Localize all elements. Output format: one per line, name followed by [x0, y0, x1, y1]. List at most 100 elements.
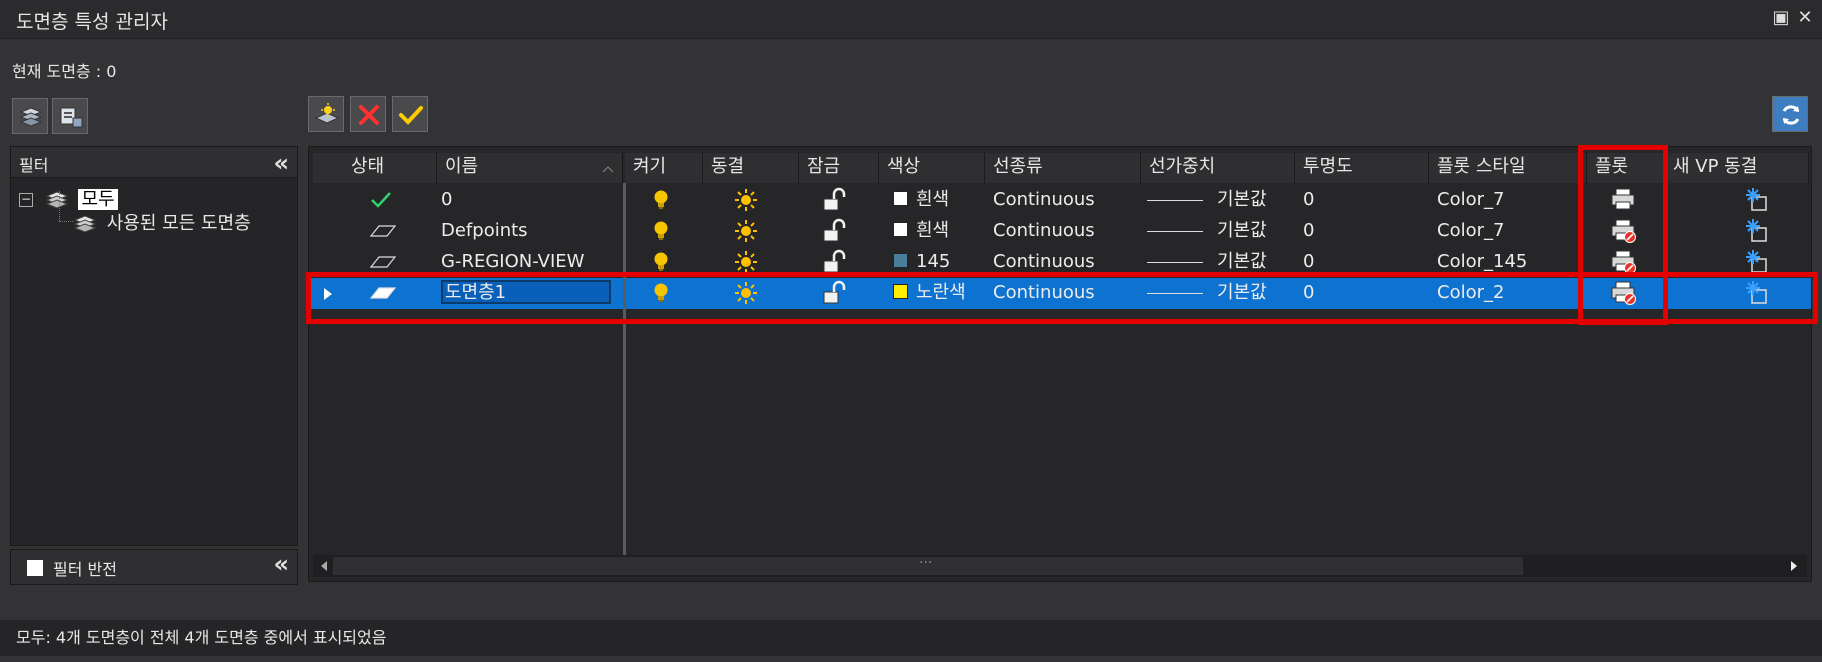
- layer-plot-style[interactable]: Color_2: [1437, 278, 1587, 309]
- layer-on-toggle[interactable]: [651, 278, 691, 309]
- layer-plot-toggle[interactable]: [1609, 247, 1649, 278]
- layer-status[interactable]: [369, 185, 409, 216]
- snowflake-viewport-icon: [1746, 188, 1767, 211]
- tree-node-all[interactable]: − 모두: [19, 185, 118, 211]
- layer-new-vp-freeze-toggle[interactable]: [1743, 185, 1783, 216]
- restore-icon[interactable]: ▣: [1772, 9, 1790, 27]
- lightbulb-icon: [654, 252, 668, 271]
- layer-freeze-toggle[interactable]: [733, 185, 773, 216]
- invert-filter-checkbox[interactable]: [27, 560, 43, 576]
- printer-icon: [1611, 188, 1635, 210]
- col-plot-style[interactable]: 플롯 스타일: [1429, 153, 1587, 183]
- layer-lock-toggle[interactable]: [821, 216, 861, 247]
- title-bar: 도면층 특성 관리자 ▣ ✕: [0, 0, 1822, 39]
- layer-transparency[interactable]: 0: [1303, 185, 1429, 216]
- layer-lineweight[interactable]: 기본값: [1147, 278, 1295, 309]
- layer-lock-toggle[interactable]: [821, 278, 861, 309]
- layer-name[interactable]: 0: [441, 185, 625, 216]
- scrollbar-thumb[interactable]: ···: [333, 555, 1523, 575]
- delete-layer-button[interactable]: [350, 96, 386, 132]
- layer-transparency[interactable]: 0: [1303, 278, 1429, 309]
- snowflake-viewport-icon: [1746, 219, 1767, 242]
- color-name: 흰색: [916, 189, 950, 210]
- table-row[interactable]: 0 흰색 Continuous 기본값 0 Color_7: [309, 185, 1811, 216]
- color-swatch: [893, 252, 908, 268]
- tree-collapse-icon[interactable]: −: [19, 193, 33, 207]
- layer-plot-toggle[interactable]: [1609, 278, 1649, 309]
- new-layer-icon: [314, 103, 340, 124]
- collapse-panel-icon[interactable]: «: [273, 550, 289, 578]
- col-linetype[interactable]: 선종류: [985, 153, 1141, 183]
- layer-color[interactable]: 흰색: [885, 216, 993, 247]
- layer-on-toggle[interactable]: [651, 247, 691, 278]
- layer-lock-toggle[interactable]: [821, 247, 861, 278]
- layer-new-vp-freeze-toggle[interactable]: [1743, 216, 1783, 247]
- tree-node-used-layers[interactable]: 사용된 모든 도면층: [73, 209, 251, 236]
- layer-linetype[interactable]: Continuous: [993, 185, 1141, 216]
- layer-name-edit-field[interactable]: 도면층1: [441, 280, 611, 304]
- layer-lineweight[interactable]: 기본값: [1147, 216, 1295, 247]
- layer-plot-toggle[interactable]: [1609, 185, 1649, 216]
- layer-plot-style[interactable]: Color_7: [1437, 216, 1587, 247]
- layer-linetype[interactable]: Continuous: [993, 216, 1141, 247]
- layer-freeze-toggle[interactable]: [733, 278, 773, 309]
- refresh-icon: [1782, 105, 1800, 125]
- color-name: 145: [916, 251, 951, 272]
- layer-plot-style[interactable]: Color_145: [1437, 247, 1587, 278]
- refresh-button[interactable]: [1772, 96, 1808, 132]
- layer-lineweight[interactable]: 기본값: [1147, 247, 1295, 278]
- layer-freeze-toggle[interactable]: [733, 216, 773, 247]
- layer-name[interactable]: Defpoints: [441, 216, 625, 247]
- col-lineweight[interactable]: 선가중치: [1141, 153, 1295, 183]
- table-row[interactable]: 도면층1 노란색 Continuous 기본값 0 Color_2: [309, 278, 1811, 309]
- new-group-filter-button[interactable]: [52, 98, 88, 134]
- layer-status[interactable]: [369, 216, 409, 247]
- layer-freeze-toggle[interactable]: [733, 247, 773, 278]
- collapse-panel-icon[interactable]: «: [273, 149, 289, 177]
- col-freeze[interactable]: 동결: [703, 153, 799, 183]
- col-new-vp-freeze[interactable]: 새 VP 동결: [1665, 153, 1809, 183]
- layer-lock-toggle[interactable]: [821, 185, 861, 216]
- layer-color[interactable]: 노란색: [885, 278, 993, 309]
- close-icon[interactable]: ✕: [1796, 9, 1814, 27]
- new-property-filter-button[interactable]: [12, 98, 48, 134]
- layer-lineweight[interactable]: 기본값: [1147, 185, 1295, 216]
- layer-on-toggle[interactable]: [651, 185, 691, 216]
- sort-ascending-icon: [602, 166, 614, 173]
- layer-status[interactable]: [369, 247, 409, 278]
- horizontal-scrollbar[interactable]: ···: [313, 555, 1807, 577]
- window-title: 도면층 특성 관리자: [16, 11, 168, 33]
- layer-plot-toggle[interactable]: [1609, 216, 1649, 247]
- layer-new-vp-freeze-toggle[interactable]: [1743, 247, 1783, 278]
- row-selector-icon: [324, 288, 332, 300]
- scroll-right-icon[interactable]: [1789, 560, 1799, 572]
- layer-status-icon: [369, 287, 397, 299]
- scroll-left-icon[interactable]: [319, 560, 329, 572]
- col-transparency[interactable]: 투명도: [1295, 153, 1429, 183]
- layer-linetype[interactable]: Continuous: [993, 247, 1141, 278]
- new-layer-button[interactable]: [308, 96, 344, 132]
- col-lock[interactable]: 잠금: [799, 153, 879, 183]
- tree-connector: [59, 221, 73, 223]
- layers-icon: [45, 191, 69, 209]
- layer-on-toggle[interactable]: [651, 216, 691, 247]
- col-color[interactable]: 색상: [879, 153, 985, 183]
- layer-status[interactable]: [369, 278, 409, 309]
- layer-name[interactable]: G-REGION-VIEW: [441, 247, 625, 278]
- layer-plot-style[interactable]: Color_7: [1437, 185, 1587, 216]
- col-status[interactable]: 상태: [313, 153, 437, 183]
- table-row[interactable]: G-REGION-VIEW 145 Continuous 기본값 0 Color_145: [309, 247, 1811, 278]
- layer-color[interactable]: 흰색: [885, 185, 993, 216]
- layer-transparency[interactable]: 0: [1303, 216, 1429, 247]
- layer-name[interactable]: 도면층1: [441, 278, 625, 309]
- layer-color[interactable]: 145: [885, 247, 993, 278]
- layer-linetype[interactable]: Continuous: [993, 278, 1141, 309]
- col-name[interactable]: 이름: [437, 153, 623, 183]
- col-plot[interactable]: 플롯: [1587, 153, 1665, 183]
- table-row[interactable]: Defpoints 흰색 Continuous 기본값 0 Color_7: [309, 216, 1811, 247]
- invert-filter-bar: 필터 반전 «: [10, 549, 298, 585]
- layer-transparency[interactable]: 0: [1303, 247, 1429, 278]
- layer-new-vp-freeze-toggle[interactable]: [1743, 278, 1783, 309]
- col-on[interactable]: 켜기: [625, 153, 703, 183]
- set-current-button[interactable]: [392, 96, 428, 132]
